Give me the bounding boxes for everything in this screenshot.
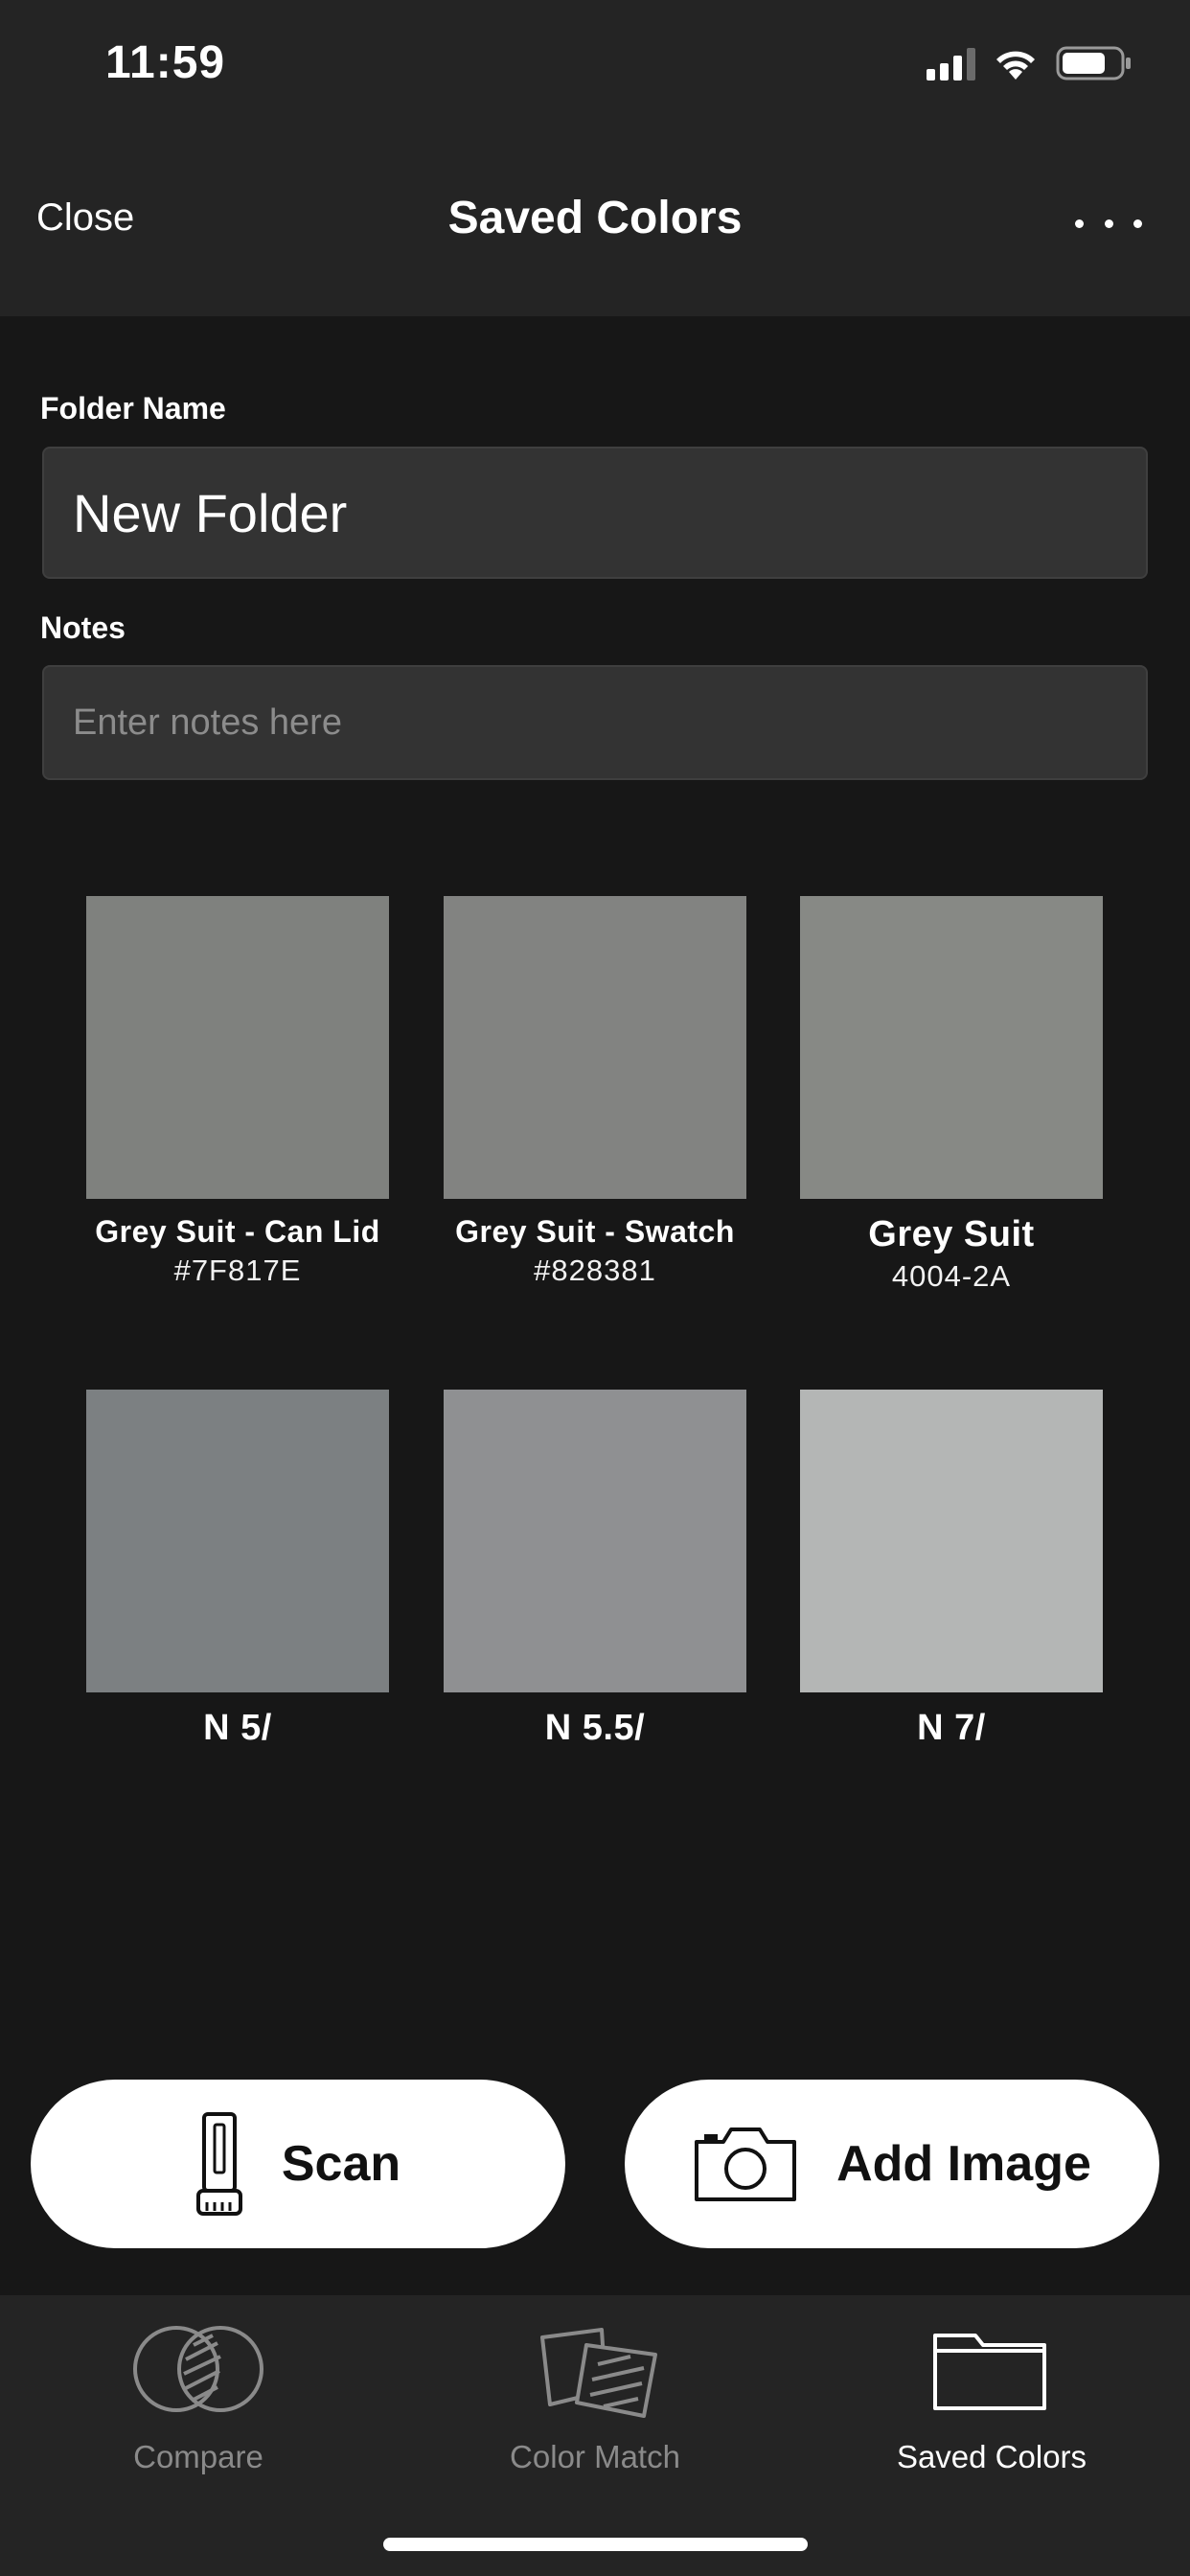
swatch-name: N 5/ [203,1708,272,1748]
swatch-name: Grey Suit - Swatch [455,1214,735,1249]
tab-bar: Compare Color Match Saved Colors [0,2295,1190,2576]
tab-color-match[interactable]: Color Match [397,2295,793,2525]
tab-label: Color Match [510,2439,680,2474]
status-icons [927,44,1133,82]
swatch-chip [86,896,389,1199]
home-indicator[interactable] [383,2538,808,2551]
folder-name-input[interactable] [42,447,1148,579]
swatch-chip [800,896,1103,1199]
battery-icon [1056,46,1131,80]
add-image-button[interactable]: Add Image [625,2080,1159,2248]
color-match-icon [540,2328,657,2418]
tab-compare[interactable]: Compare [0,2295,397,2525]
page-title: Saved Colors [447,193,743,243]
more-dot [1104,218,1113,228]
tab-label: Compare [133,2439,263,2474]
wifi-icon [996,51,1035,80]
swatch-code: #828381 [534,1254,656,1287]
status-time: 11:59 [105,37,226,88]
swatch-chip [444,1390,746,1692]
notes-input[interactable] [42,665,1148,780]
swatch-card[interactable]: Grey Suit - Swatch #828381 [444,896,746,1288]
tab-label: Saved Colors [896,2439,1087,2474]
top-bar: 11:59 Close Saved Colors [0,0,1190,316]
camera-icon [695,2128,797,2201]
scan-label: Scan [281,2136,401,2192]
cellular-signal-icon [927,46,975,80]
swatch-name: N 5.5/ [544,1708,646,1748]
add-image-label: Add Image [836,2136,1091,2192]
notes-label: Notes [40,610,126,645]
more-options-button[interactable] [1065,190,1152,257]
swatch-card[interactable]: N 5/ [86,1390,389,1749]
swatch-chip [86,1390,389,1692]
swatch-card[interactable]: N 7/ [800,1390,1103,1749]
folder-icon [933,2334,1046,2410]
swatch-name: Grey Suit - Can Lid [95,1214,380,1249]
swatch-chip [444,896,746,1199]
swatch-code: #7F817E [173,1254,302,1287]
swatch-chip [800,1390,1103,1692]
scanner-icon [195,2112,242,2216]
swatch-card[interactable]: N 5.5/ [444,1390,746,1749]
folder-name-label: Folder Name [40,391,226,426]
tab-icon-wrap [793,2316,1190,2422]
more-dot [1133,218,1142,228]
more-dots-icon [1075,218,1084,228]
tab-icon-wrap [0,2316,397,2422]
compare-icon [133,2326,263,2412]
scan-button[interactable]: Scan [31,2080,565,2248]
swatch-name: Grey Suit [868,1214,1035,1254]
swatch-card[interactable]: Grey Suit 4004-2A [800,896,1103,1294]
tab-saved-colors[interactable]: Saved Colors [793,2295,1190,2525]
swatch-code: 4004-2A [891,1259,1012,1293]
tab-icon-wrap [397,2316,793,2422]
swatch-name: N 7/ [917,1708,986,1748]
swatch-card[interactable]: Grey Suit - Can Lid #7F817E [86,896,389,1288]
